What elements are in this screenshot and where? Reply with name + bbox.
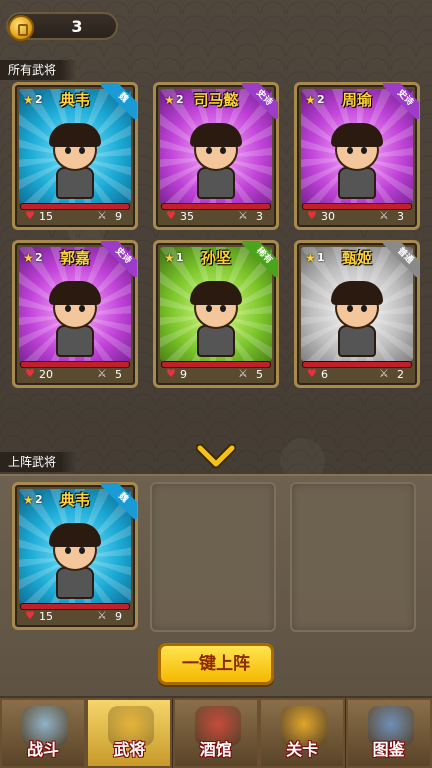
rarity-label: 普通 [383,241,419,277]
hp-value: 35 [180,210,194,223]
hp-value: 15 [39,610,53,623]
card-stats: ♥ 15 ⚔ 9 [15,609,135,625]
rarity-ribbon: 稀有 [242,241,278,277]
heart-icon: ♥ [25,367,35,380]
heart-icon: ♥ [25,209,35,222]
nav-label: 酒馆 [199,740,232,759]
rarity-label: 魏 [101,83,137,119]
card-stats: ♥ 6 ⚔ 2 [297,367,417,383]
sword-icon: ⚔ [97,609,107,622]
card-stats: ♥ 35 ⚔ 3 [156,209,276,225]
bottom-nav: 战斗 武将 酒馆 关卡 图鉴 [0,698,432,768]
general-portrait [38,123,112,203]
nav-label: 关卡 [286,740,319,759]
game-screen: 3 所有武将 ★ 2 典韦 魏 ♥ 15 ⚔ 9 ★ 2 司马懿 史诗 ♥ 35… [0,0,432,768]
attack-value: 2 [397,368,404,381]
sword-icon: ⚔ [238,367,248,380]
attack-value: 9 [115,210,122,223]
heart-icon: ♥ [166,209,176,222]
general-card[interactable]: ★ 2 典韦 魏 ♥ 15 ⚔ 9 [12,82,138,230]
general-card[interactable]: ★ 2 周瑜 史诗 ♥ 30 ⚔ 3 [294,82,420,230]
coin-count: 3 [71,17,83,36]
general-portrait [179,281,253,361]
general-portrait [38,281,112,361]
sword-icon: ⚔ [379,367,389,380]
sword-icon: ⚔ [379,209,389,222]
general-portrait [179,123,253,203]
rarity-ribbon: 普通 [383,241,419,277]
all-generals-label: 所有武将 [0,60,76,80]
nav-flag[interactable]: 关卡 [259,698,346,768]
hp-value: 20 [39,368,53,381]
deployed-generals-label: 上阵武将 [0,452,76,472]
rarity-ribbon: 魏 [101,483,137,519]
general-card[interactable]: ★ 1 孙坚 稀有 ♥ 9 ⚔ 5 [153,240,279,388]
nav-helmet[interactable]: 武将 [86,698,173,768]
general-portrait [38,523,112,603]
one-click-deploy-button[interactable]: 一键上阵 [158,643,274,685]
nav-label: 战斗 [26,740,59,759]
rarity-label: 史诗 [101,241,137,277]
nav-label: 武将 [113,740,146,759]
general-portrait [320,281,394,361]
card-stats: ♥ 15 ⚔ 9 [15,209,135,225]
card-stats: ♥ 9 ⚔ 5 [156,367,276,383]
nav-scroll[interactable]: 图鉴 [345,698,432,768]
sword-icon: ⚔ [97,367,107,380]
general-card[interactable]: ★ 2 郭嘉 史诗 ♥ 20 ⚔ 5 [12,240,138,388]
chevron-down-icon [196,444,236,469]
hp-value: 6 [321,368,328,381]
rarity-ribbon: 史诗 [383,83,419,119]
attack-value: 5 [115,368,122,381]
rarity-ribbon: 史诗 [242,83,278,119]
nav-label: 图鉴 [372,740,405,759]
nav-tavern[interactable]: 酒馆 [172,698,259,768]
general-portrait [320,123,394,203]
heart-icon: ♥ [307,367,317,380]
rarity-label: 史诗 [383,83,419,119]
heart-icon: ♥ [166,367,176,380]
attack-value: 5 [256,368,263,381]
attack-value: 3 [397,210,404,223]
card-stats: ♥ 30 ⚔ 3 [297,209,417,225]
attack-value: 9 [115,610,122,623]
rarity-ribbon: 史诗 [101,241,137,277]
general-card[interactable]: ★ 2 司马懿 史诗 ♥ 35 ⚔ 3 [153,82,279,230]
heart-icon: ♥ [307,209,317,222]
rarity-label: 魏 [101,483,137,519]
deployed-general-card[interactable]: ★ 2 典韦 魏 ♥ 15 ⚔ 9 [12,482,138,630]
hp-value: 30 [321,210,335,223]
empty-slot-2[interactable] [150,482,276,632]
sword-icon: ⚔ [97,209,107,222]
nav-crossed-swords[interactable]: 战斗 [0,698,86,768]
general-card[interactable]: ★ 1 甄姬 普通 ♥ 6 ⚔ 2 [294,240,420,388]
empty-slot-3[interactable] [290,482,416,632]
heart-icon: ♥ [25,609,35,622]
hp-value: 9 [180,368,187,381]
hp-value: 15 [39,210,53,223]
rarity-ribbon: 魏 [101,83,137,119]
rarity-label: 稀有 [242,241,278,277]
rarity-label: 史诗 [242,83,278,119]
gold-coin-icon [8,15,34,41]
sword-icon: ⚔ [238,209,248,222]
attack-value: 3 [256,210,263,223]
card-stats: ♥ 20 ⚔ 5 [15,367,135,383]
